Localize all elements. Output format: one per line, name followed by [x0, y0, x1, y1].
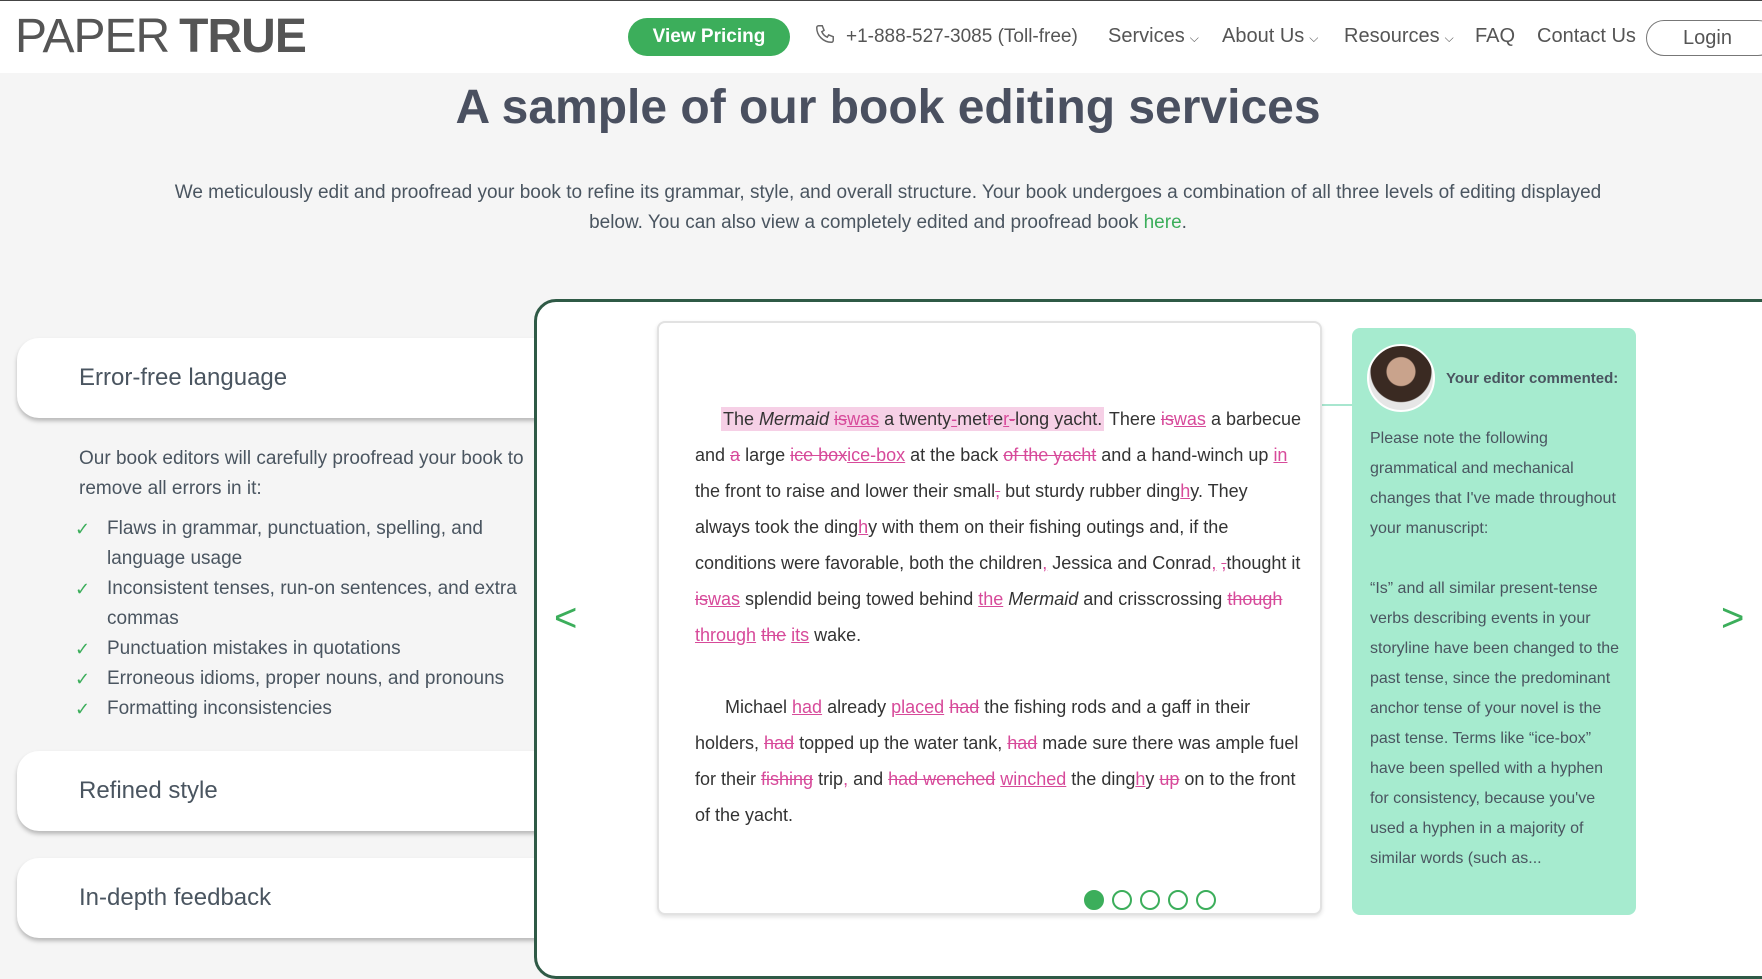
nav-about-us[interactable]: About Us ⌵ — [1222, 25, 1318, 48]
slide-dot-3[interactable] — [1140, 890, 1160, 910]
error-checklist: ✓ Flaws in grammar, punctuation, spelling… — [75, 514, 539, 724]
checkmark-icon: ✓ — [75, 519, 91, 539]
intro-end: . — [1181, 212, 1187, 233]
logo-true: TRUE — [179, 10, 307, 63]
nav-label: Services — [1108, 25, 1185, 47]
comment-header: Your editor commented: — [1446, 370, 1619, 387]
accordion-label: Error-free language — [79, 364, 288, 391]
prev-arrow-button[interactable]: < — [554, 596, 577, 641]
chevron-down-icon: ⌵ — [1309, 30, 1319, 45]
nav-label: About Us — [1222, 25, 1305, 47]
nav-label: FAQ — [1475, 25, 1516, 47]
checkmark-icon: ✓ — [75, 579, 91, 599]
nav-label: Contact Us — [1537, 25, 1636, 47]
nav-contact-us[interactable]: Contact Us — [1537, 25, 1636, 48]
accordion-refined-style[interactable]: Refined style — [17, 751, 557, 831]
slide-dot-4[interactable] — [1168, 890, 1188, 910]
logo[interactable]: PAPER TRUE — [15, 10, 307, 63]
checkmark-icon: ✓ — [75, 639, 91, 659]
site-header: PAPER TRUE View Pricing +1-888-527-3085 (… — [0, 0, 1762, 73]
accordion-body: Our book editors will carefully proofrea… — [75, 444, 539, 724]
login-button[interactable]: Login — [1646, 20, 1762, 56]
phone-icon — [814, 23, 836, 51]
intro-link[interactable]: here — [1144, 212, 1182, 233]
accordion-body-intro: Our book editors will carefully proofrea… — [79, 448, 524, 499]
phone-number: +1-888-527-3085 (Toll-free) — [846, 26, 1078, 47]
nav-faq[interactable]: FAQ — [1475, 25, 1515, 48]
list-item: ✓ Erroneous idioms, proper nouns, and pro… — [75, 664, 539, 694]
list-item: ✓ Punctuation mistakes in quotations — [75, 634, 539, 664]
chevron-down-icon: ⌵ — [1444, 30, 1454, 45]
chevron-down-icon: ⌵ — [1189, 30, 1199, 45]
editor-comment: Your editor commented: Please note the f… — [1352, 328, 1636, 915]
nav-services[interactable]: Services ⌵ — [1108, 25, 1199, 48]
document-text: The Mermaid iswas a twenty-metrer-long y… — [695, 407, 1302, 825]
comment-paragraph: Please note the following grammatical an… — [1370, 430, 1616, 537]
slide-dot-2[interactable] — [1112, 890, 1132, 910]
nav-resources[interactable]: Resources ⌵ — [1344, 25, 1454, 48]
phone-link[interactable]: +1-888-527-3085 (Toll-free) — [814, 23, 1078, 51]
slide-dot-5[interactable] — [1196, 890, 1216, 910]
list-item: ✓ Inconsistent tenses, run-on sentences, … — [75, 574, 539, 634]
accordion-error-free-language[interactable]: Error-free language — [17, 338, 557, 418]
intro-text: We meticulously edit and proofread your … — [170, 178, 1606, 238]
slide-dots — [1084, 890, 1216, 910]
accordion-label: In-depth feedback — [79, 884, 272, 911]
editor-avatar — [1367, 344, 1435, 412]
logo-paper: PAPER — [15, 10, 170, 63]
checkmark-icon: ✓ — [75, 669, 91, 689]
view-pricing-button[interactable]: View Pricing — [628, 18, 790, 56]
accordion-label: Refined style — [79, 777, 218, 804]
sample-document: The Mermaid iswas a twenty-metrer-long y… — [657, 321, 1322, 915]
nav-label: Resources — [1344, 25, 1440, 47]
page-title: A sample of our book editing services — [455, 81, 1321, 134]
next-arrow-button[interactable]: > — [1721, 596, 1744, 641]
slide-dot-1[interactable] — [1084, 890, 1104, 910]
intro-line: We meticulously edit and proofread your … — [174, 182, 1602, 233]
comment-body: Please note the following grammatical an… — [1370, 424, 1620, 904]
checkmark-icon: ✓ — [75, 699, 91, 719]
accordion-in-depth-feedback[interactable]: In-depth feedback — [17, 858, 557, 938]
list-item: ✓ Formatting inconsistencies — [75, 694, 539, 724]
list-item: ✓ Flaws in grammar, punctuation, spelling… — [75, 514, 539, 574]
comment-paragraph: “Is” and all similar present-tense verbs… — [1370, 580, 1620, 867]
